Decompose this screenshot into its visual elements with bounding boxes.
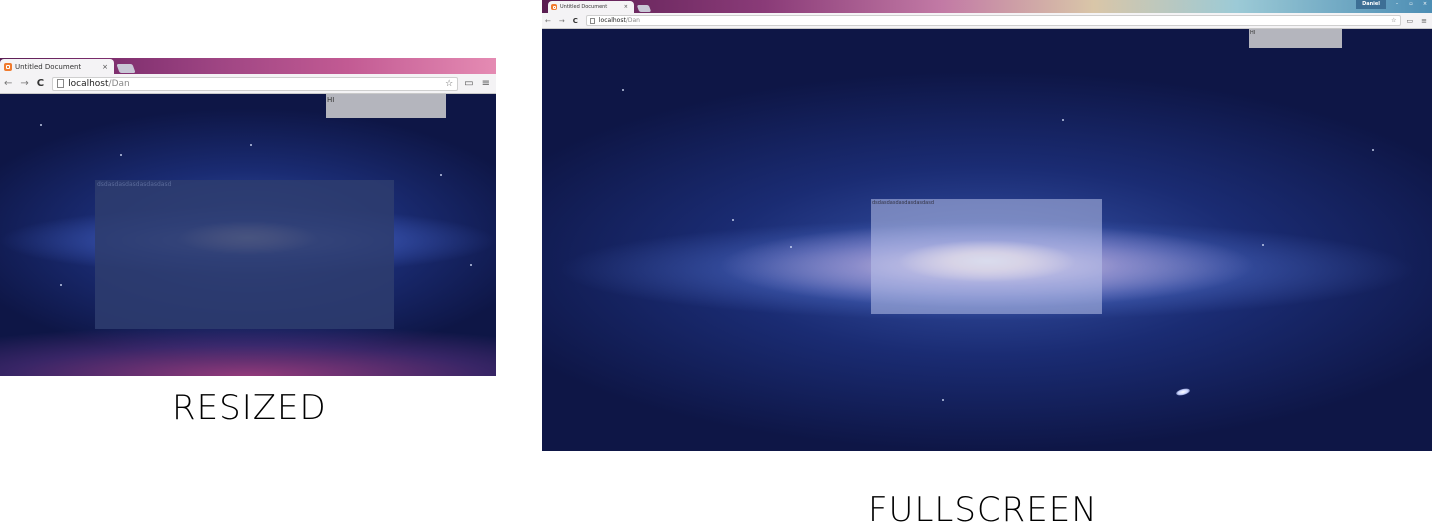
content-text: dsdasdasdasdasdasdasd [97,181,172,188]
star-decoration [1262,244,1264,246]
browser-toolbar: ← → C localhost/Dan ☆ ▭ ≡ [0,74,496,94]
star-decoration [120,154,122,156]
fullscreen-caption: FULLSCREEN [868,490,1098,530]
tab-strip: Untitled Document × [0,58,496,74]
window-controls: Daniel – ▫ × [1356,0,1432,9]
url-path: /Dan [625,17,640,24]
bookmark-star-icon[interactable]: ☆ [1391,17,1396,24]
tab-close-icon[interactable]: × [102,63,108,71]
star-decoration [60,284,62,286]
star-decoration [250,144,252,146]
content-box: dsdasdasdasdasdasdasd [871,199,1102,314]
star-decoration [1062,119,1064,121]
user-profile-badge[interactable]: Daniel [1356,0,1386,9]
page-viewport: HI dsdasdasdasdasdasdasd [0,94,496,376]
close-icon[interactable]: × [1418,0,1432,9]
resized-browser-window: Untitled Document × ← → C localhost/Dan … [0,58,496,376]
url-path: /Dan [108,78,130,89]
star-decoration [470,264,472,266]
star-decoration [942,399,944,401]
menu-icon[interactable]: ≡ [482,78,492,89]
tab-title: Untitled Document [15,62,82,71]
resized-caption: RESIZED [172,388,327,428]
cast-icon[interactable]: ▭ [464,78,475,89]
hi-text: HI [1250,30,1256,36]
hi-text: HI [327,96,335,104]
hi-box: HI [1249,29,1342,48]
star-decoration [732,219,734,221]
url-host: localhost [68,78,109,89]
page-icon [589,17,595,24]
tab-untitled-document[interactable]: Untitled Document × [548,1,634,13]
reload-icon[interactable]: C [37,78,44,89]
address-bar[interactable]: localhost/Dan ☆ [585,15,1401,26]
tab-title: Untitled Document [560,4,608,10]
star-decoration [1372,149,1374,151]
star-decoration [440,174,442,176]
new-tab-button[interactable] [116,64,136,73]
address-bar[interactable]: localhost/Dan ☆ [52,76,459,91]
tab-strip: Untitled Document × Daniel – ▫ × [542,0,1432,13]
page-viewport: HI dsdasdasdasdasdasdasd [542,29,1432,451]
content-text: dsdasdasdasdasdasdasd [872,200,935,206]
html-file-icon [551,4,557,10]
back-arrow-icon[interactable]: ← [545,17,551,25]
small-galaxy-decoration [1175,387,1191,397]
fullscreen-browser-window: Untitled Document × Daniel – ▫ × ← → C l… [542,0,1432,451]
new-tab-button[interactable] [636,5,652,12]
page-icon [57,79,65,88]
reload-icon[interactable]: C [573,17,578,25]
html-file-icon [4,62,12,71]
hi-box: HI [326,94,446,118]
bookmark-star-icon[interactable]: ☆ [445,79,453,89]
browser-toolbar: ← → C localhost/Dan ☆ ▭ ≡ [542,13,1432,29]
star-decoration [40,124,42,126]
tab-close-icon[interactable]: × [624,4,628,10]
star-decoration [622,89,624,91]
restore-icon[interactable]: ▫ [1404,0,1418,9]
forward-arrow-icon[interactable]: → [20,78,28,89]
tab-untitled-document[interactable]: Untitled Document × [0,59,114,74]
forward-arrow-icon[interactable]: → [559,17,565,25]
cast-icon[interactable]: ▭ [1407,17,1416,25]
minimize-icon[interactable]: – [1390,0,1404,9]
back-arrow-icon[interactable]: ← [4,78,12,89]
url-host: localhost [598,17,626,24]
menu-icon[interactable]: ≡ [1421,17,1429,25]
star-decoration [790,246,792,248]
content-box: dsdasdasdasdasdasdasd [95,180,394,329]
